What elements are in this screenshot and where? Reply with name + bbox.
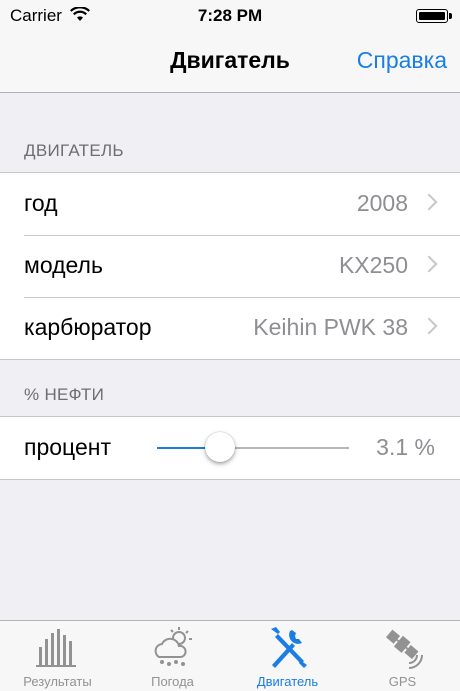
status-time: 7:28 PM bbox=[197, 6, 263, 25]
oil-group: процент 3.1 % bbox=[0, 416, 460, 480]
tab-label: GPS bbox=[388, 674, 417, 689]
engine-section-header: ДВИГАТЕЛЬ bbox=[24, 141, 124, 160]
model-label: модель bbox=[24, 252, 103, 278]
slider-thumb[interactable] bbox=[205, 432, 236, 462]
weather-icon bbox=[151, 625, 195, 669]
year-label: год bbox=[24, 190, 58, 216]
percent-slider[interactable] bbox=[157, 447, 349, 449]
percent-row: процент 3.1 % bbox=[0, 417, 460, 479]
bar-chart-icon bbox=[36, 625, 80, 669]
battery-icon bbox=[416, 9, 452, 23]
model-row[interactable]: модель KX250 bbox=[0, 235, 460, 297]
help-button[interactable]: Справка bbox=[357, 47, 447, 74]
year-row[interactable]: год 2008 bbox=[0, 173, 460, 235]
oil-section-header: % НЕФТИ bbox=[24, 385, 105, 404]
chevron-right-icon bbox=[420, 193, 438, 211]
tab-label: Результаты bbox=[23, 674, 92, 689]
satellite-icon bbox=[381, 625, 425, 669]
tab-bar: Результаты Погода Двигатель GPS bbox=[0, 620, 460, 691]
percent-value: 3.1 % bbox=[376, 434, 435, 460]
model-value: KX250 bbox=[338, 252, 408, 278]
percent-label: процент bbox=[24, 434, 111, 460]
navigation-bar: Двигатель Справка bbox=[0, 32, 460, 93]
year-value: 2008 bbox=[356, 190, 408, 216]
tab-label: Двигатель bbox=[256, 674, 319, 689]
tab-engine[interactable]: Двигатель bbox=[230, 621, 345, 691]
chevron-right-icon bbox=[420, 317, 438, 335]
tab-weather[interactable]: Погода bbox=[115, 621, 230, 691]
tab-gps[interactable]: GPS bbox=[345, 621, 460, 691]
carburetor-row[interactable]: карбюратор Keihin PWK 38 bbox=[0, 297, 460, 359]
engine-group: год 2008 модель KX250 карбюратор Keihin … bbox=[0, 172, 460, 360]
tab-label: Погода bbox=[151, 674, 194, 689]
tab-results[interactable]: Результаты bbox=[0, 621, 115, 691]
chevron-right-icon bbox=[420, 255, 438, 273]
status-bar: Carrier 7:28 PM bbox=[0, 0, 460, 32]
carburetor-label: карбюратор bbox=[24, 314, 152, 340]
wrench-screwdriver-icon bbox=[266, 625, 310, 669]
carburetor-value: Keihin PWK 38 bbox=[253, 314, 408, 340]
